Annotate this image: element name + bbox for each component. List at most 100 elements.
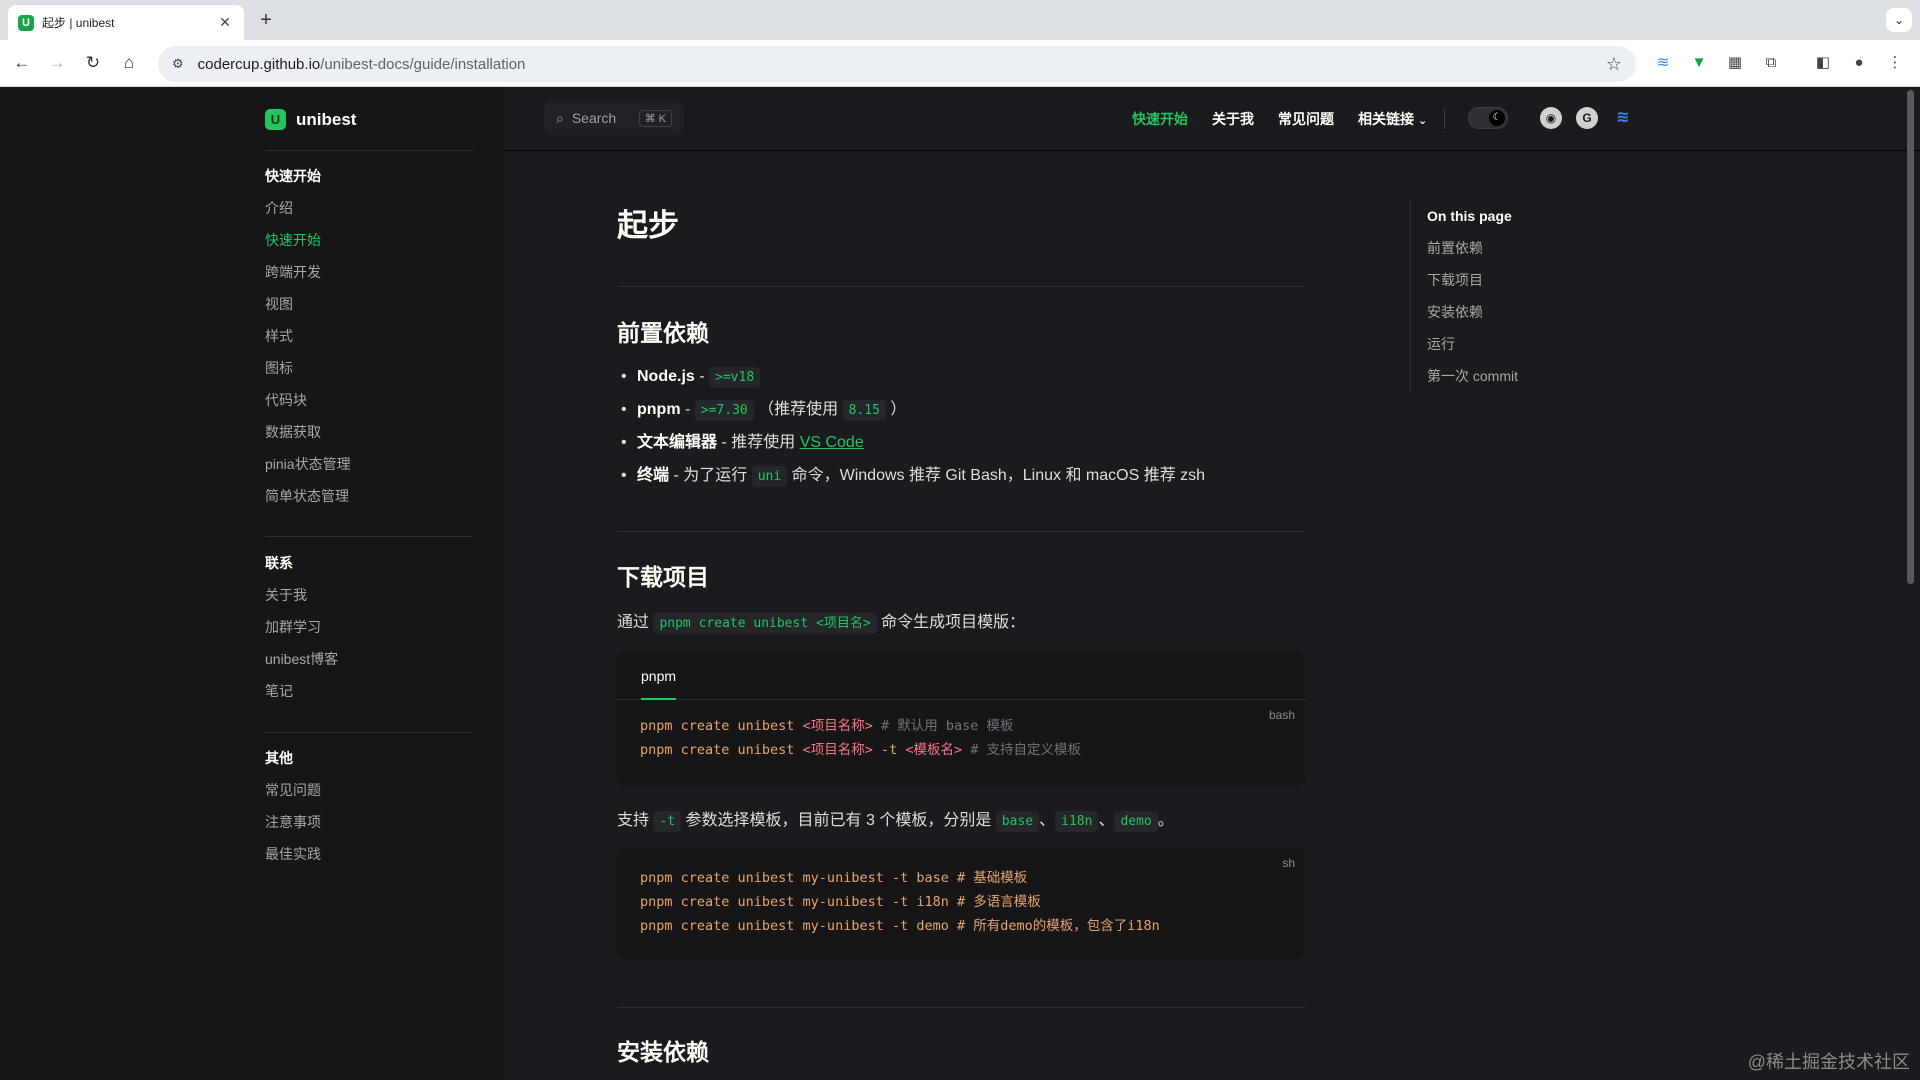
sidebar-group-quickstart: 快速开始 介绍 快速开始 跨端开发 视图 样式 图标 代码块 数据获取 pini…	[265, 160, 485, 512]
extension-layers-icon[interactable]: ≋	[1652, 52, 1674, 74]
code-group-tabs: pnpm	[617, 652, 1305, 700]
item-text: - 为了运行	[669, 467, 752, 484]
code-comment: # 默认用 base 模板	[872, 718, 1014, 734]
para-text: 通过	[617, 614, 654, 631]
item-text: （推荐使用	[753, 401, 843, 418]
sidebar-item-join-group[interactable]: 加群学习	[265, 611, 485, 643]
browser-tab[interactable]: U 起步 | unibest ✕	[8, 5, 244, 40]
sidebar-item-notes[interactable]: 笔记	[265, 675, 485, 707]
url-path: /unibest-docs/guide/installation	[320, 55, 526, 73]
tab-search-button[interactable]: ⌄	[1886, 8, 1912, 32]
nav-link-faq[interactable]: 常见问题	[1278, 109, 1334, 129]
outline-item-install[interactable]: 安装依赖	[1427, 296, 1610, 328]
inline-code: base	[995, 811, 1040, 832]
sidebar-item-cross-platform[interactable]: 跨端开发	[265, 256, 485, 288]
juejin-icon[interactable]: ≋	[1612, 107, 1634, 129]
inline-code: >=7.30	[694, 400, 754, 421]
sidebar-item-pinia[interactable]: pinia状态管理	[265, 448, 485, 480]
sidebar-group-title[interactable]: 快速开始	[265, 160, 485, 192]
code-token: -t	[872, 742, 906, 758]
top-navbar: ⌕ Search ⌘ K 快速开始 关于我 常见问题 相关链接 ⌄ ☾ ◉ G ≋	[504, 87, 1920, 151]
code-token: pnpm create unibest	[640, 742, 803, 758]
sidebar-item-data-fetch[interactable]: 数据获取	[265, 416, 485, 448]
page-outline: On this page 前置依赖 下载项目 安装依赖 运行 第一次 commi…	[1410, 200, 1610, 392]
code-body: pnpm create unibest <项目名称> # 默认用 base 模板…	[640, 714, 1081, 762]
inline-code: 8.15	[842, 400, 886, 421]
sidebar-item-simple-state[interactable]: 简单状态管理	[265, 480, 485, 512]
theme-toggle[interactable]: ☾	[1468, 107, 1508, 129]
reload-icon[interactable]: ↻	[81, 51, 105, 75]
list-item: 终端 - 为了运行 uni 命令，Windows 推荐 Git Bash，Lin…	[621, 459, 1205, 492]
watermark: @稀土掘金技术社区	[1747, 1052, 1910, 1072]
search-shortcut: ⌘ K	[638, 109, 672, 127]
code-lang-label: bash	[1268, 708, 1295, 722]
profile-avatar-icon[interactable]: ●	[1848, 52, 1870, 74]
unibest-favicon-icon: U	[18, 14, 34, 31]
page-scrollbar[interactable]	[1907, 90, 1914, 584]
bookmark-star-icon[interactable]: ☆	[1606, 54, 1622, 75]
sidebar-item-quickstart[interactable]: 快速开始	[265, 224, 485, 256]
item-name: pnpm	[637, 401, 681, 418]
para-text: 、	[1098, 812, 1115, 829]
sidebar-item-about[interactable]: 关于我	[265, 579, 485, 611]
site-logo[interactable]: U unibest	[265, 109, 356, 130]
gitee-icon[interactable]: G	[1576, 107, 1598, 129]
sidebar-item-intro[interactable]: 介绍	[265, 192, 485, 224]
sidebar-divider	[265, 536, 473, 537]
sidebar-divider	[265, 732, 473, 733]
search-icon: ⌕	[556, 109, 564, 126]
chevron-down-icon: ⌄	[1418, 115, 1428, 127]
sidebar-item-icons[interactable]: 图标	[265, 352, 485, 384]
qr-code-icon[interactable]: ▦	[1724, 52, 1746, 74]
code-block: sh pnpm create unibest my-unibest -t bas…	[617, 848, 1305, 959]
item-text: ）	[885, 401, 907, 418]
outline-item-prerequisites[interactable]: 前置依赖	[1427, 232, 1610, 264]
extensions-puzzle-icon[interactable]: ⧉	[1760, 52, 1782, 74]
address-bar[interactable]: ⚙ codercup.github.io/unibest-docs/guide/…	[158, 46, 1636, 82]
item-name: 终端	[637, 467, 670, 484]
outline-item-run[interactable]: 运行	[1427, 328, 1610, 360]
nav-link-related-label: 相关链接	[1358, 111, 1414, 127]
sidebar-item-notices[interactable]: 注意事项	[265, 806, 485, 838]
sidebar-group-title[interactable]: 其他	[265, 742, 485, 774]
sidebar-item-style[interactable]: 样式	[265, 320, 485, 352]
site-info-icon[interactable]: ⚙	[172, 56, 184, 72]
sidebar-item-best-practice[interactable]: 最佳实践	[265, 838, 485, 870]
code-line: pnpm create unibest my-unibest -t demo #…	[640, 918, 1160, 934]
code-token: pnpm create unibest	[640, 718, 803, 734]
inline-code: uni	[751, 466, 788, 487]
outline-item-first-commit[interactable]: 第一次 commit	[1427, 360, 1610, 392]
nav-link-about[interactable]: 关于我	[1212, 109, 1254, 129]
sidebar-group-other: 其他 常见问题 注意事项 最佳实践	[265, 742, 485, 870]
tab-pnpm[interactable]: pnpm	[641, 652, 677, 700]
inline-code: demo	[1114, 811, 1158, 832]
nav-link-related[interactable]: 相关链接 ⌄	[1358, 109, 1427, 129]
github-icon[interactable]: ◉	[1540, 107, 1562, 129]
page-title: 起步	[617, 208, 679, 243]
forward-icon[interactable]: →	[45, 51, 69, 75]
new-tab-button[interactable]: +	[254, 9, 278, 32]
list-item: 文本编辑器 - 推荐使用 VS Code	[621, 426, 1205, 459]
vscode-link[interactable]: VS Code	[800, 434, 864, 451]
para-text: 、	[1039, 812, 1056, 829]
sidebar-group-title[interactable]: 联系	[265, 547, 485, 579]
sidebar-item-faq[interactable]: 常见问题	[265, 774, 485, 806]
code-comment: # 支持自定义模板	[962, 742, 1081, 758]
sidebar-item-view[interactable]: 视图	[265, 288, 485, 320]
search-button[interactable]: ⌕ Search ⌘ K	[544, 101, 684, 135]
section-divider	[617, 286, 1305, 287]
back-icon[interactable]: ←	[10, 51, 34, 75]
sidebar-item-code-block[interactable]: 代码块	[265, 384, 485, 416]
docs-sidebar: U unibest 快速开始 介绍 快速开始 跨端开发 视图 样式 图标 代码块…	[0, 87, 504, 1080]
sidebar-item-blog[interactable]: unibest博客	[265, 643, 485, 675]
vue-devtools-icon[interactable]: ▼	[1688, 52, 1710, 74]
sidebar-divider	[265, 150, 473, 151]
url-text[interactable]: codercup.github.io/unibest-docs/guide/in…	[198, 56, 1606, 73]
side-panel-icon[interactable]: ◧	[1812, 52, 1834, 74]
nav-link-quickstart[interactable]: 快速开始	[1132, 109, 1188, 129]
outline-item-download[interactable]: 下载项目	[1427, 264, 1610, 296]
code-line: pnpm create unibest <项目名称> # 默认用 base 模板	[640, 714, 1081, 738]
browser-menu-icon[interactable]: ⋮	[1884, 52, 1906, 74]
home-icon[interactable]: ⌂	[117, 51, 141, 75]
close-tab-icon[interactable]: ✕	[216, 14, 234, 31]
